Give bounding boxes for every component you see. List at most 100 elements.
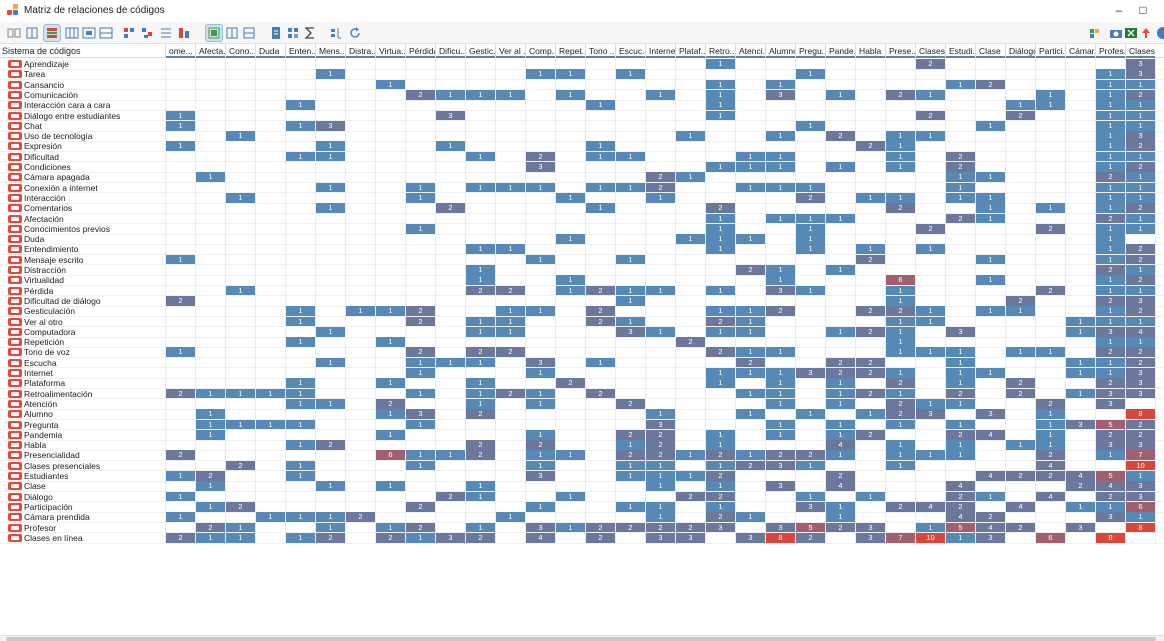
matrix-cell[interactable]: 4: [976, 522, 1005, 533]
matrix-cell[interactable]: 2: [796, 450, 825, 461]
code-label[interactable]: Chat: [24, 121, 42, 131]
matrix-cell[interactable]: 3: [976, 532, 1005, 543]
matrix-cell[interactable]: 2: [586, 285, 615, 296]
code-label[interactable]: Diálogo: [24, 492, 53, 502]
code-label[interactable]: Alumno: [24, 409, 53, 419]
matrix-cell[interactable]: 2: [406, 522, 435, 533]
matrix-cell[interactable]: 1: [616, 471, 645, 481]
matrix-row[interactable]: Uso de tecnología 1 1 1 2 1 1 1 3: [0, 131, 1164, 142]
column-header[interactable]: Estudi...: [945, 44, 975, 58]
code-label[interactable]: Conocimientos previos: [24, 224, 110, 234]
matrix-cell[interactable]: 1: [466, 316, 495, 327]
matrix-cell[interactable]: 1: [1096, 151, 1125, 162]
matrix-cell[interactable]: 1: [916, 522, 945, 533]
matrix-cell[interactable]: 1: [706, 285, 735, 296]
matrix-row[interactable]: Participación 1 2 2 1 1 1 1 3 1 2 4 2 4 1 1 6: [0, 501, 1164, 513]
matrix-cell[interactable]: 1: [316, 357, 345, 368]
code-label[interactable]: Expresión: [24, 141, 62, 151]
matrix-cell[interactable]: 1: [286, 151, 315, 162]
matrix-cell[interactable]: 2: [496, 285, 525, 296]
matrix-cell[interactable]: 1: [1096, 244, 1125, 255]
matrix-cell[interactable]: 1: [286, 419, 315, 430]
matrix-cell[interactable]: 1: [976, 254, 1005, 265]
matrix-cell[interactable]: 2: [406, 89, 435, 100]
matrix-cell[interactable]: 2: [196, 471, 225, 481]
matrix-cell[interactable]: 6: [1126, 501, 1155, 512]
horizontal-scrollbar[interactable]: [0, 635, 1164, 641]
matrix-cell[interactable]: 2: [1096, 172, 1125, 183]
matrix-cell[interactable]: 1: [586, 182, 615, 193]
matrix-cell[interactable]: 1: [946, 450, 975, 461]
matrix-cell[interactable]: 1: [316, 326, 345, 337]
matrix-cell[interactable]: 1: [556, 89, 585, 100]
upload-icon[interactable]: [1138, 25, 1154, 41]
matrix-cell[interactable]: 1: [1036, 89, 1065, 100]
code-label[interactable]: Tarea: [24, 69, 45, 79]
matrix-cell[interactable]: 1: [766, 419, 795, 430]
matrix-cell[interactable]: 4: [1126, 326, 1155, 337]
matrix-row[interactable]: Clase 1 1 1 1 1 1 3 4 4 2 4 3: [0, 481, 1164, 493]
matrix-row[interactable]: Dificultad de diálogo 2 1 1 2 2 3: [0, 295, 1164, 307]
matrix-cell[interactable]: 1: [706, 223, 735, 234]
matrix-cell[interactable]: 1: [1096, 285, 1125, 296]
matrix-cell[interactable]: 1: [796, 223, 825, 234]
matrix-cell[interactable]: 1: [1096, 120, 1125, 131]
matrix-row[interactable]: Diálogo 1 2 1 1 2 2 1 1 2 1 4 2 3: [0, 491, 1164, 503]
matrix-cell[interactable]: 2: [1096, 378, 1125, 389]
column-header[interactable]: Ver al ...: [495, 44, 525, 58]
matrix-row[interactable]: Distracción 1 2 1 1 2 1: [0, 265, 1164, 276]
matrix-cell[interactable]: 1: [616, 295, 645, 306]
matrix-cell[interactable]: 1: [556, 285, 585, 296]
matrix-cell[interactable]: 2: [856, 388, 885, 399]
matrix-cell[interactable]: 1: [766, 275, 795, 286]
matrix-cell[interactable]: 2: [976, 512, 1005, 522]
matrix-cell[interactable]: 1: [616, 501, 645, 512]
matrix-cell[interactable]: 1: [286, 398, 315, 409]
matrix-cell[interactable]: 1: [766, 213, 795, 224]
matrix-cell[interactable]: 3: [1126, 59, 1155, 69]
matrix-cell[interactable]: 2: [1126, 275, 1155, 286]
matrix-cell[interactable]: 1: [376, 378, 405, 389]
column-header[interactable]: Tono ...: [585, 44, 615, 58]
matrix-cell[interactable]: 1: [916, 306, 945, 316]
matrix-cell[interactable]: 1: [1096, 131, 1125, 141]
matrix-cell[interactable]: 2: [616, 450, 645, 461]
code-label[interactable]: Habla: [24, 440, 46, 450]
matrix-cell[interactable]: 1: [856, 244, 885, 255]
matrix-cell[interactable]: 1: [196, 388, 225, 399]
matrix-cell[interactable]: 1: [946, 192, 975, 203]
matrix-cell[interactable]: 1: [706, 481, 735, 492]
matrix-cell[interactable]: 3: [1126, 378, 1155, 389]
matrix-cell[interactable]: 1: [916, 398, 945, 409]
matrix-cell[interactable]: 1: [286, 378, 315, 389]
matrix-cell[interactable]: 1: [556, 522, 585, 533]
matrix-cell[interactable]: 1: [316, 203, 345, 213]
matrix-cell[interactable]: 1: [616, 440, 645, 450]
matrix-cell[interactable]: 2: [766, 450, 795, 461]
matrix-cell[interactable]: 1: [256, 388, 285, 399]
matrix-cell[interactable]: 2: [1126, 357, 1155, 368]
matrix-cell[interactable]: 1: [886, 192, 915, 203]
matrix-cell[interactable]: 1: [316, 481, 345, 492]
matrix-cell[interactable]: 3: [1126, 440, 1155, 450]
column-header[interactable]: Profes...: [1095, 44, 1125, 58]
matrix-cell[interactable]: 2: [376, 398, 405, 409]
code-label[interactable]: Clases presenciales: [24, 461, 100, 471]
matrix-cell[interactable]: 1: [1126, 223, 1155, 234]
camera-icon[interactable]: [1108, 25, 1124, 41]
matrix-cell[interactable]: 1: [226, 131, 255, 141]
matrix-cell[interactable]: 1: [166, 254, 195, 265]
matrix-cell[interactable]: 1: [736, 151, 765, 162]
matrix-cell[interactable]: 1: [316, 398, 345, 409]
matrix-cell[interactable]: 2: [916, 223, 945, 234]
matrix-cell[interactable]: 1: [196, 172, 225, 183]
matrix-cell[interactable]: 3: [1096, 440, 1125, 450]
code-c-icon[interactable]: [158, 25, 174, 41]
code-label[interactable]: Dificultad: [24, 152, 59, 162]
matrix-cell[interactable]: 3: [766, 460, 795, 471]
matrix-cell[interactable]: 1: [736, 409, 765, 419]
matrix-cell[interactable]: 1: [556, 275, 585, 286]
matrix-cell[interactable]: 2: [946, 429, 975, 440]
code-label[interactable]: Duda: [24, 234, 44, 244]
matrix-cell[interactable]: 1: [586, 141, 615, 152]
